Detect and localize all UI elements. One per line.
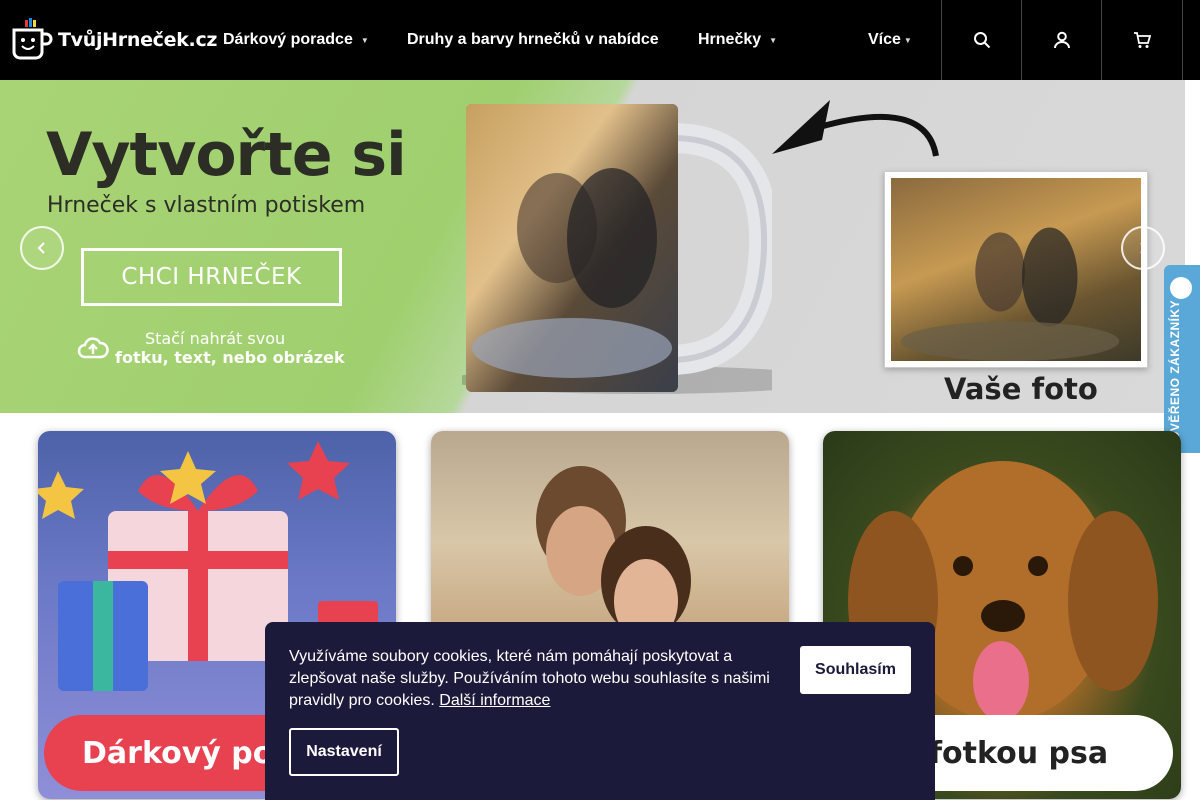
cookie-text-block: Využíváme soubory cookies, které nám pom…	[289, 646, 779, 712]
search-icon	[973, 32, 990, 49]
logo-text: TvůjHrneček.cz	[58, 29, 218, 51]
cloud-upload-icon	[77, 337, 109, 359]
nav-label: Dárkový poradce	[223, 31, 353, 48]
nav-label: Hrnečky	[698, 31, 762, 48]
cookie-accept-button[interactable]: Souhlasím	[800, 646, 911, 694]
search-button[interactable]	[941, 0, 1021, 80]
nav-label: Více	[868, 31, 901, 48]
hero-banner[interactable]: Vytvořte si Hrneček s vlastním potiskem …	[0, 80, 1185, 413]
user-icon	[1053, 31, 1070, 49]
mug-image	[462, 104, 772, 394]
mug-logo-icon	[10, 18, 54, 62]
verified-seal-icon	[1170, 277, 1192, 299]
chevron-down-icon: ▼	[360, 35, 369, 45]
trust-badge[interactable]: OVĚŘENO ZÁKAZNÍKY	[1164, 265, 1200, 453]
cookie-settings-button[interactable]: Nastavení	[289, 728, 399, 776]
trust-badge-text: OVĚŘENO ZÁKAZNÍKY	[1168, 299, 1182, 441]
page: TvůjHrneček.cz Dárkový poradce ▼ Druhy a…	[0, 0, 1200, 800]
nav-item-hrnecky[interactable]: Hrnečky ▼	[698, 0, 777, 80]
chevron-down-icon: ▼	[903, 35, 912, 45]
cart-button[interactable]	[1101, 0, 1183, 80]
site-header: TvůjHrneček.cz Dárkový poradce ▼ Druhy a…	[0, 0, 1200, 80]
cart-icon	[1134, 32, 1151, 48]
arrow-icon	[772, 100, 939, 157]
nav-label: Druhy a barvy hrnečků v nabídce	[407, 31, 659, 48]
sample-photo	[884, 171, 1148, 368]
site-logo[interactable]: TvůjHrneček.cz	[10, 16, 218, 64]
account-button[interactable]	[1021, 0, 1101, 80]
photo-label: Vaše foto	[944, 372, 1098, 406]
chevron-right-icon	[1140, 242, 1148, 254]
slider-prev-button[interactable]	[20, 226, 64, 270]
nav-item-vice[interactable]: Více ▼	[868, 0, 912, 80]
hero-title: Vytvořte si	[46, 120, 407, 190]
cookie-banner: Využíváme soubory cookies, které nám pom…	[265, 622, 935, 800]
chevron-left-icon	[37, 242, 45, 254]
upload-line-2: fotku, text, nebo obrázek	[115, 348, 345, 367]
hero-subtitle: Hrneček s vlastním potiskem	[47, 193, 366, 218]
family-photo-image	[891, 178, 1141, 361]
cookie-more-info-link[interactable]: Další informace	[439, 692, 550, 709]
chevron-down-icon: ▼	[769, 35, 778, 45]
slider-next-button[interactable]	[1121, 226, 1165, 270]
upload-hint: Stačí nahrát svou fotku, text, nebo obrá…	[77, 329, 345, 367]
upload-line-1: Stačí nahrát svou	[145, 329, 286, 348]
hero-cta-button[interactable]: CHCI HRNEČEK	[81, 248, 342, 306]
nav-item-druhy-a-barvy[interactable]: Druhy a barvy hrnečků v nabídce	[407, 0, 659, 80]
nav-item-darkovy-poradce[interactable]: Dárkový poradce ▼	[223, 0, 369, 80]
